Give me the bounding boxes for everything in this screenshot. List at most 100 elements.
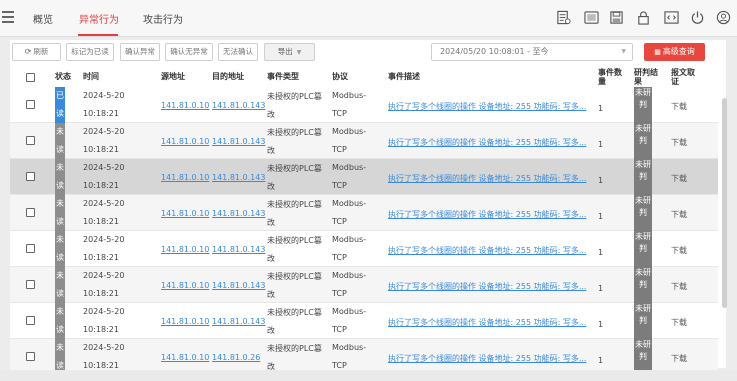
download-link[interactable]: 下载 — [671, 173, 687, 184]
event-date: 2024-5-20 — [83, 343, 125, 352]
dst-address-link[interactable]: 141.81.0.143 — [212, 317, 265, 326]
dst-address-link[interactable]: 141.81.0.143 — [212, 173, 265, 182]
cannot-confirm-button[interactable]: 无法确认 — [218, 43, 258, 61]
event-description-link[interactable]: 执行了写多个线圈的操作 设备地址: 255 功能码: 写多... — [388, 173, 587, 184]
event-description-link[interactable]: 执行了写多个线圈的操作 设备地址: 255 功能码: 写多... — [388, 281, 587, 292]
table-row[interactable]: 已读 2024-5-20 10:18:21 141.81.0.10 141.81.0.1… — [10, 87, 718, 123]
col-dst: 目的地址 — [212, 72, 244, 81]
row-checkbox[interactable] — [26, 316, 35, 325]
status-badge: 未读 — [55, 267, 65, 303]
judge-result-badge: 未研判 — [634, 87, 652, 123]
export-label: 导出 — [277, 47, 293, 56]
download-link[interactable]: 下载 — [671, 317, 687, 328]
row-checkbox[interactable] — [26, 100, 35, 109]
user-icon[interactable] — [716, 10, 731, 25]
event-description-link[interactable]: 执行了写多个线圈的操作 设备地址: 255 功能码: 写多... — [388, 353, 587, 364]
event-type-line2: 改 — [267, 182, 275, 191]
judge-result-badge: 未研判 — [634, 231, 652, 267]
src-address-link[interactable]: 141.81.0.10 — [161, 281, 209, 290]
save-icon[interactable] — [609, 10, 624, 25]
row-checkbox[interactable] — [26, 136, 35, 145]
src-address-link[interactable]: 141.81.0.10 — [161, 245, 209, 254]
event-description-link[interactable]: 执行了写多个线圈的操作 设备地址: 255 功能码: 写多... — [388, 245, 587, 256]
mark-read-button[interactable]: 标记为已读 — [66, 43, 114, 61]
download-link[interactable]: 下载 — [671, 353, 687, 364]
status-badge: 已读 — [55, 87, 65, 123]
protocol-line1: Modbus- — [332, 127, 367, 136]
event-type-line1: 未授权的PLC篡 — [267, 164, 322, 173]
event-type-line1: 未授权的PLC篡 — [267, 272, 322, 281]
tab-attack-behavior[interactable]: 攻击行为 — [143, 11, 183, 26]
dst-address-link[interactable]: 141.81.0.143 — [212, 137, 265, 146]
event-count: 1 — [598, 320, 604, 329]
screen-icon[interactable] — [584, 10, 599, 25]
table-row[interactable]: 未读 2024-5-20 10:18:21 141.81.0.10 141.81.0.1… — [10, 267, 718, 303]
row-checkbox[interactable] — [26, 280, 35, 289]
report-icon[interactable] — [556, 10, 571, 25]
event-type-line2: 改 — [267, 218, 275, 227]
event-description-link[interactable]: 执行了写多个线圈的操作 设备地址: 255 功能码: 写多... — [388, 137, 587, 148]
col-time: 时间 — [83, 72, 99, 81]
export-dropdown[interactable]: 导出 ▼ — [264, 43, 315, 61]
event-description-link[interactable]: 执行了写多个线圈的操作 设备地址: 255 功能码: 写多... — [388, 101, 587, 112]
src-address-link[interactable]: 141.81.0.10 — [161, 137, 209, 146]
lock-icon[interactable] — [636, 10, 651, 25]
dst-address-link[interactable]: 141.81.0.143 — [212, 281, 265, 290]
src-address-link[interactable]: 141.81.0.10 — [161, 209, 209, 218]
col-judge: 研判结果 — [634, 68, 658, 86]
dst-address-link[interactable]: 141.81.0.143 — [212, 209, 265, 218]
row-checkbox[interactable] — [26, 352, 35, 361]
table-row[interactable]: 未读 2024-5-20 10:18:21 141.81.0.10 141.81.0.1… — [10, 123, 718, 159]
src-address-link[interactable]: 141.81.0.10 — [161, 353, 209, 362]
refresh-button[interactable]: ⟳ 刷新 — [12, 43, 61, 61]
download-link[interactable]: 下载 — [671, 101, 687, 112]
power-icon[interactable] — [690, 10, 705, 25]
date-range-select[interactable]: 2024/05/20 10:08:01 - 至今 ▼ — [431, 43, 633, 61]
dst-address-link[interactable]: 141.81.0.26 — [212, 353, 260, 362]
content-panel: ⟳ 刷新 标记为已读 确认异常 确认无异常 无法确认 导出 ▼ 2024/05/20… — [10, 40, 727, 375]
judge-result-badge: 未研判 — [634, 123, 652, 159]
event-count: 1 — [598, 248, 604, 257]
protocol-line2: TCP — [332, 109, 347, 118]
table-row[interactable]: 未读 2024-5-20 10:18:21 141.81.0.10 141.81.0.1… — [10, 231, 718, 267]
status-badge: 未读 — [55, 123, 65, 159]
col-desc: 事件描述 — [388, 72, 420, 81]
download-link[interactable]: 下载 — [671, 281, 687, 292]
row-checkbox[interactable] — [26, 208, 35, 217]
row-checkbox[interactable] — [26, 172, 35, 181]
download-link[interactable]: 下载 — [671, 245, 687, 256]
protocol-line1: Modbus- — [332, 199, 367, 208]
download-link[interactable]: 下载 — [671, 209, 687, 220]
judge-result-badge: 未研判 — [634, 303, 652, 339]
event-type-line2: 改 — [267, 110, 275, 119]
table-row[interactable]: 未读 2024-5-20 10:18:21 141.81.0.10 141.81.0.1… — [10, 303, 718, 339]
event-date: 2024-5-20 — [83, 163, 125, 172]
download-link[interactable]: 下载 — [671, 137, 687, 148]
event-description-link[interactable]: 执行了写多个线圈的操作 设备地址: 255 功能码: 写多... — [388, 209, 587, 220]
dst-address-link[interactable]: 141.81.0.143 — [212, 101, 265, 110]
confirm-normal-button[interactable]: 确认无异常 — [165, 43, 213, 61]
table-row[interactable]: 未读 2024-5-20 10:18:21 141.81.0.10 141.81.0.1… — [10, 159, 718, 195]
src-address-link[interactable]: 141.81.0.10 — [161, 173, 209, 182]
protocol-line1: Modbus- — [332, 343, 367, 352]
src-address-link[interactable]: 141.81.0.10 — [161, 101, 209, 110]
table-row[interactable]: 未读 2024-5-20 10:18:21 141.81.0.10 141.81.0.1… — [10, 195, 718, 231]
tab-abnormal-behavior[interactable]: 异常行为 — [79, 11, 119, 26]
src-address-link[interactable]: 141.81.0.10 — [161, 317, 209, 326]
tab-overview[interactable]: 概览 — [33, 11, 53, 26]
advanced-query-button[interactable]: ▦ 高级查询 — [644, 43, 705, 61]
event-date: 2024-5-20 — [83, 307, 125, 316]
vertical-scrollbar[interactable] — [722, 98, 727, 308]
menu-icon[interactable] — [2, 8, 15, 26]
protocol-line1: Modbus- — [332, 235, 367, 244]
dst-address-link[interactable]: 141.81.0.143 — [212, 245, 265, 254]
advanced-query-label: 高级查询 — [662, 47, 695, 56]
select-all-checkbox[interactable] — [26, 73, 35, 82]
row-checkbox[interactable] — [26, 244, 35, 253]
confirm-abnormal-button[interactable]: 确认异常 — [120, 43, 160, 61]
code-icon[interactable] — [664, 10, 679, 25]
event-count: 1 — [598, 356, 604, 365]
col-report: 报文取证 — [671, 68, 695, 86]
event-description-link[interactable]: 执行了写多个线圈的操作 设备地址: 255 功能码: 写多... — [388, 317, 587, 328]
horizontal-scrollbar[interactable] — [0, 370, 737, 381]
